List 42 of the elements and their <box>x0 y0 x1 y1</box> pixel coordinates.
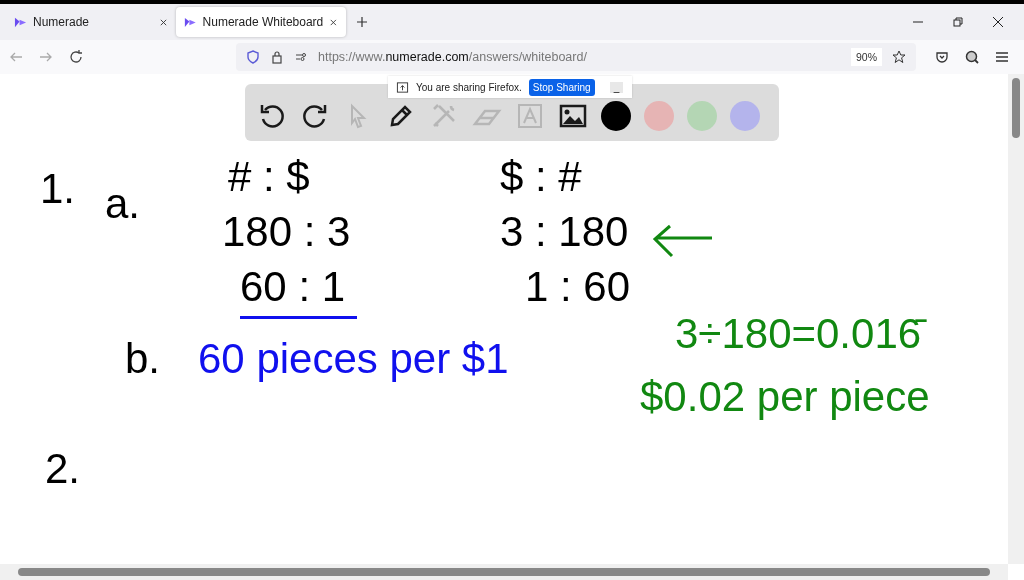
permissions-icon[interactable] <box>294 50 308 64</box>
handwritten-text: $ : # <box>500 152 583 202</box>
sharing-message: You are sharing Firefox. <box>416 81 522 93</box>
handwritten-text: a. <box>105 179 142 229</box>
stop-sharing-button[interactable]: Stop Sharing <box>528 78 595 96</box>
url-text: https://www.numerade.com/answers/whiteboard/ <box>318 50 587 64</box>
logo-icon <box>184 15 197 29</box>
restore-icon[interactable] <box>952 16 964 28</box>
color-swatch[interactable] <box>644 100 674 131</box>
color-swatch[interactable] <box>687 100 717 131</box>
arrow-drawing <box>652 224 714 258</box>
handwritten-text: # : $ <box>228 152 311 202</box>
logo-icon <box>14 15 27 29</box>
pocket-icon[interactable] <box>934 49 950 65</box>
handwritten-text: 1. <box>40 164 77 214</box>
close-icon[interactable] <box>159 17 168 27</box>
new-tab-icon[interactable] <box>356 16 368 28</box>
handwritten-text: b. <box>125 334 162 384</box>
zoom-level[interactable]: 90% <box>851 48 882 66</box>
color-swatch[interactable] <box>730 100 760 131</box>
address-bar[interactable]: https://www.numerade.com/answers/whiteboard/ 90% <box>236 43 916 71</box>
color-swatch[interactable] <box>601 100 631 131</box>
handwritten-text: 1 : 60 <box>525 262 632 312</box>
handwritten-text: 60 pieces per $1 <box>198 334 510 384</box>
share-screen-icon <box>396 80 409 94</box>
handwritten-text: 2. <box>45 444 82 494</box>
minimize-button[interactable]: _ <box>609 81 624 93</box>
account-icon[interactable] <box>964 49 980 65</box>
close-icon[interactable] <box>992 16 1004 28</box>
handwritten-text: 3 : 180 <box>500 207 630 257</box>
lock-icon <box>270 50 284 64</box>
menu-icon[interactable] <box>994 49 1010 65</box>
star-icon[interactable] <box>892 50 906 64</box>
browser-tab[interactable]: Numerade <box>6 7 176 37</box>
vertical-scrollbar[interactable] <box>1008 74 1024 564</box>
horizontal-scrollbar[interactable] <box>0 564 1008 580</box>
handwritten-text: 60 : 1 <box>240 252 358 320</box>
shield-icon <box>246 50 260 64</box>
handwritten-text: $0.02 per piece <box>640 372 931 422</box>
reload-icon[interactable] <box>68 49 84 65</box>
handwritten-text: 3÷180=0.016̄ <box>675 299 934 360</box>
browser-tab[interactable]: Numerade Whiteboard <box>176 7 346 37</box>
